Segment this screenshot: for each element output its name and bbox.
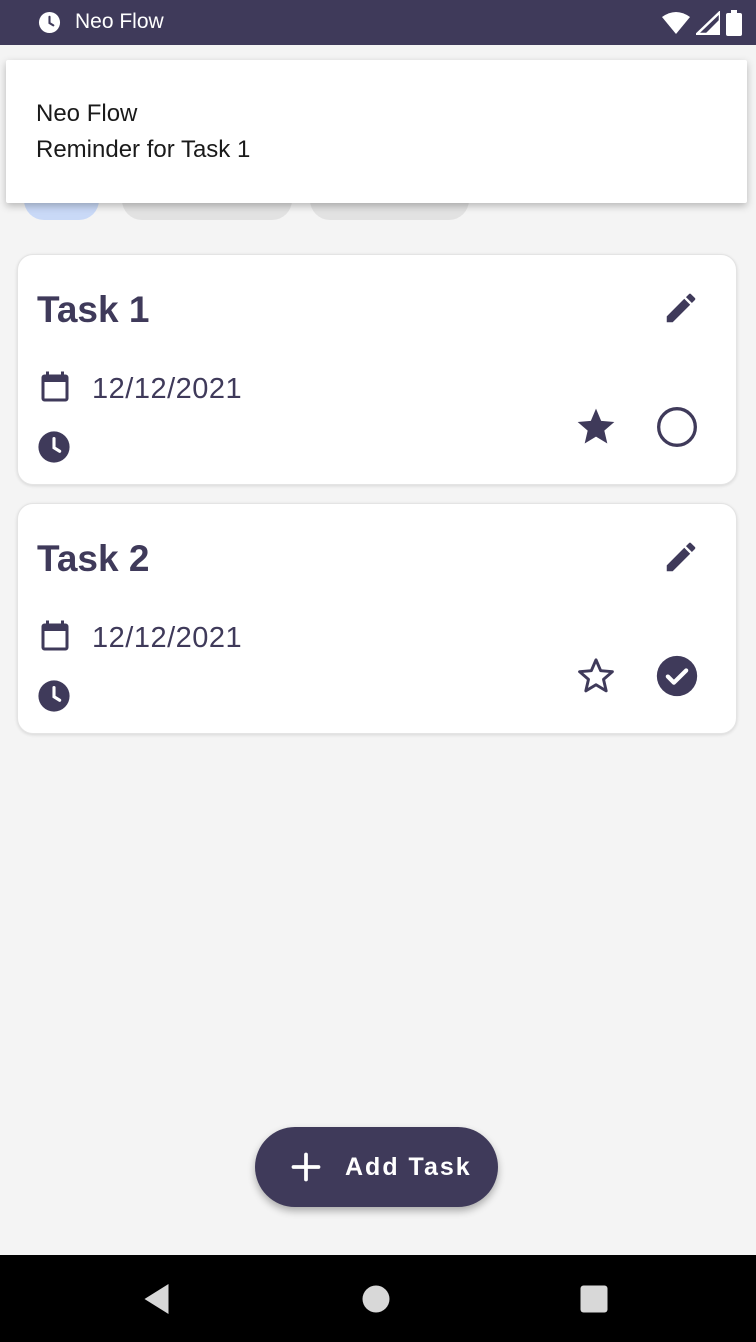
back-icon[interactable] (140, 1281, 176, 1317)
wifi-icon (662, 12, 690, 34)
task-card[interactable]: Task 2 12/12/2021 (17, 503, 737, 734)
calendar-icon (41, 620, 69, 651)
notification-title: Neo Flow (36, 100, 138, 127)
home-icon[interactable] (358, 1281, 394, 1317)
signal-icon (696, 11, 720, 35)
recents-icon[interactable] (576, 1281, 612, 1317)
add-task-label: Add Task (345, 1153, 472, 1181)
calendar-icon (41, 371, 69, 402)
battery-icon (726, 10, 742, 36)
edit-icon[interactable] (662, 289, 700, 327)
status-app-name: Neo Flow (75, 10, 164, 33)
add-task-button[interactable]: Add Task (255, 1127, 498, 1207)
task-title: Task 2 (37, 538, 150, 579)
circle-unchecked-icon[interactable] (655, 405, 699, 449)
system-icons (662, 10, 742, 36)
task-title: Task 1 (37, 289, 150, 330)
task-date: 12/12/2021 (92, 622, 243, 654)
status-bar: Neo Flow (0, 0, 756, 45)
star-outline-icon[interactable] (574, 654, 618, 698)
check-circle-icon[interactable] (655, 654, 699, 698)
clock-icon (38, 11, 61, 34)
task-card[interactable]: Task 1 12/12/2021 (17, 254, 737, 485)
navigation-bar (0, 1255, 756, 1342)
reminder-notification[interactable]: Neo Flow Reminder for Task 1 (6, 60, 747, 203)
edit-icon[interactable] (662, 538, 700, 576)
plus-icon (291, 1152, 321, 1182)
task-date: 12/12/2021 (92, 373, 243, 405)
time-icon (38, 431, 70, 463)
notification-text: Reminder for Task 1 (36, 136, 251, 163)
time-icon (38, 680, 70, 712)
star-filled-icon[interactable] (574, 405, 618, 449)
